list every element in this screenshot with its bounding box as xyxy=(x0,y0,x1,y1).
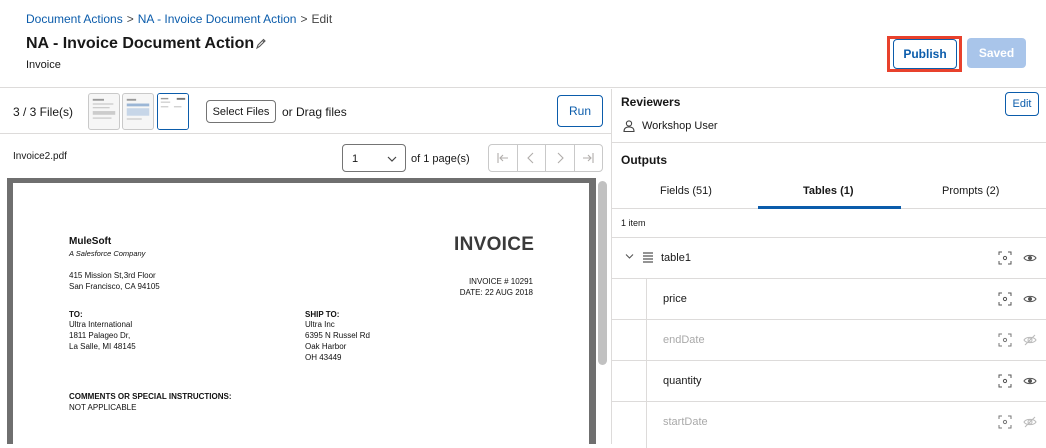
table-icon xyxy=(643,252,653,263)
doc-invoice-date: DATE: 22 AUG 2018 xyxy=(459,288,533,297)
doc-ship-label: SHIP TO: xyxy=(305,310,340,319)
breadcrumb: Document Actions > NA - Invoice Document A… xyxy=(26,12,332,26)
doc-company: MuleSoft xyxy=(69,236,112,247)
page-navigation xyxy=(488,144,603,172)
breadcrumb-separator: > xyxy=(126,12,134,26)
saved-button: Saved xyxy=(967,38,1026,68)
doc-ship-line: Ultra Inc xyxy=(305,320,335,329)
focus-icon[interactable] xyxy=(998,374,1012,388)
pdf-page: MuleSoft A Salesforce Company 415 Missio… xyxy=(13,183,589,444)
active-tab-indicator xyxy=(758,206,901,209)
next-page-button[interactable] xyxy=(546,145,575,171)
doc-to-line: 1811 Palageo Dr, xyxy=(69,331,131,340)
doc-invoice-number: INVOICE # 10291 xyxy=(468,277,533,286)
previous-page-button[interactable] xyxy=(518,145,546,171)
chevron-right-icon xyxy=(557,152,564,164)
first-page-button[interactable] xyxy=(489,145,518,171)
doc-address-line: 415 Mission St,3rd Floor xyxy=(69,271,156,280)
breadcrumb-separator: > xyxy=(300,12,308,26)
doc-address-line: San Francisco, CA 94105 xyxy=(69,282,160,291)
column-name: startDate xyxy=(663,416,708,428)
page-select-value: 1 xyxy=(352,153,359,165)
file-thumbnail[interactable] xyxy=(88,93,120,130)
first-page-icon xyxy=(497,153,508,163)
file-thumbnail-selected[interactable] xyxy=(157,93,189,130)
eye-icon[interactable] xyxy=(1023,374,1037,388)
doc-invoice-heading: INVOICE xyxy=(454,234,535,255)
select-files-button[interactable]: Select Files xyxy=(206,100,276,123)
file-toolbar: 3 / 3 File(s) Select Files or Drag files… xyxy=(0,89,611,134)
item-count: 1 item xyxy=(621,218,646,228)
publish-button[interactable]: Publish xyxy=(893,39,957,69)
column-row[interactable]: endDate xyxy=(612,319,1046,360)
doc-ship-line: OH 43449 xyxy=(305,353,342,362)
focus-icon[interactable] xyxy=(998,415,1012,429)
column-name: endDate xyxy=(663,334,705,346)
chevron-down-icon[interactable] xyxy=(625,252,634,261)
column-row[interactable]: price xyxy=(612,278,1046,319)
doc-comments-value: NOT APPLICABLE xyxy=(69,403,137,412)
pdf-viewer[interactable]: MuleSoft A Salesforce Company 415 Missio… xyxy=(7,178,596,444)
edit-reviewers-button[interactable]: Edit xyxy=(1005,92,1039,116)
doc-to-line: La Salle, MI 48145 xyxy=(69,342,136,351)
column-row[interactable]: startDate xyxy=(612,401,1046,442)
doc-to-line: Ultra International xyxy=(69,320,133,329)
focus-icon[interactable] xyxy=(998,251,1012,265)
run-button[interactable]: Run xyxy=(557,95,603,127)
current-file-name: Invoice2.pdf xyxy=(13,151,67,162)
reviewers-title: Reviewers xyxy=(621,95,681,109)
eye-off-icon[interactable] xyxy=(1023,333,1037,347)
breadcrumb-current: Edit xyxy=(311,12,333,26)
document-pane: 3 / 3 File(s) Select Files or Drag files… xyxy=(0,89,611,444)
tab-tables[interactable]: Tables (1) xyxy=(803,185,854,197)
doc-ship-line: Oak Harbor xyxy=(305,342,347,351)
breadcrumb-invoice-action[interactable]: NA - Invoice Document Action xyxy=(138,12,297,26)
table-name: table1 xyxy=(661,252,691,264)
doc-to-label: TO: xyxy=(69,310,83,319)
table-row[interactable]: table1 xyxy=(612,237,1046,278)
details-pane: Reviewers Edit Workshop User Outputs Fie… xyxy=(612,89,1046,448)
chevron-down-icon xyxy=(387,156,397,162)
focus-icon[interactable] xyxy=(998,333,1012,347)
doc-comments-label: COMMENTS OR SPECIAL INSTRUCTIONS: xyxy=(69,392,232,401)
column-row[interactable]: quantity xyxy=(612,360,1046,401)
breadcrumb-document-actions[interactable]: Document Actions xyxy=(26,12,123,26)
section-divider xyxy=(612,142,1046,143)
eye-icon[interactable] xyxy=(1023,292,1037,306)
pencil-icon[interactable] xyxy=(255,37,267,51)
doc-tagline: A Salesforce Company xyxy=(69,249,146,258)
reviewer-name: Workshop User xyxy=(642,120,718,132)
viewer-scrollbar[interactable] xyxy=(598,181,607,365)
tree-guide-line xyxy=(646,278,647,448)
column-name: price xyxy=(663,293,687,305)
user-icon xyxy=(623,120,635,132)
page-total: of 1 page(s) xyxy=(411,153,470,165)
tab-prompts[interactable]: Prompts (2) xyxy=(942,185,999,197)
eye-off-icon[interactable] xyxy=(1023,415,1037,429)
page-subtitle: Invoice xyxy=(26,59,61,71)
doc-ship-line: 6395 N Russel Rd xyxy=(305,331,370,340)
page-select[interactable]: 1 xyxy=(342,144,406,172)
tab-fields[interactable]: Fields (51) xyxy=(660,185,712,197)
focus-icon[interactable] xyxy=(998,292,1012,306)
column-name: quantity xyxy=(663,375,702,387)
chevron-left-icon xyxy=(527,152,534,164)
outputs-title: Outputs xyxy=(621,153,667,167)
page-title: NA - Invoice Document Action xyxy=(26,35,255,52)
outputs-tabs: Fields (51) Tables (1) Prompts (2) xyxy=(612,176,1046,209)
page-header: Document Actions > NA - Invoice Document A… xyxy=(0,0,1046,88)
last-page-icon xyxy=(583,153,594,163)
page-toolbar: Invoice2.pdf 1 of 1 page(s) xyxy=(0,135,611,177)
eye-icon[interactable] xyxy=(1023,251,1037,265)
last-page-button[interactable] xyxy=(575,145,603,171)
file-count: 3 / 3 File(s) xyxy=(13,105,74,119)
file-thumbnail[interactable] xyxy=(122,93,154,130)
drag-files-hint: or Drag files xyxy=(282,105,347,119)
